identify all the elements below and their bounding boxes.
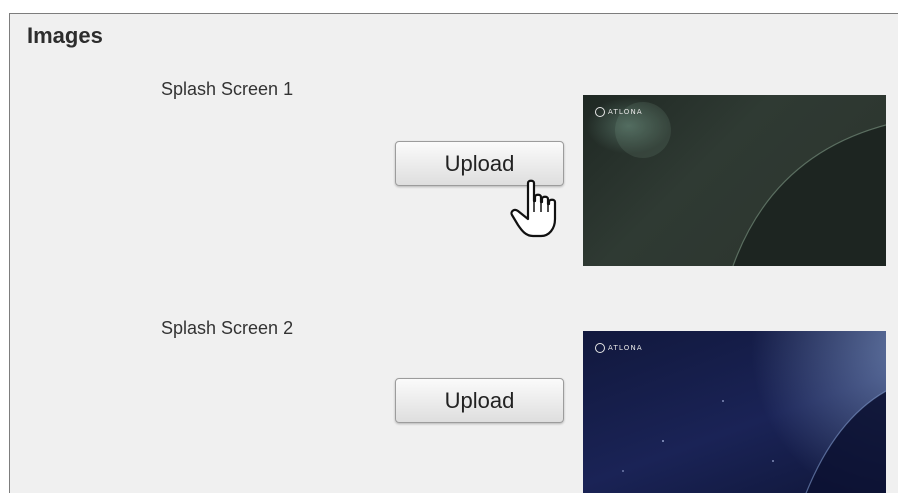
splash-screen-2-label: Splash Screen 2 (161, 318, 294, 338)
atlona-logo-icon (595, 107, 605, 117)
atlona-logo: ATLONA (595, 343, 643, 353)
images-panel: Images Splash Screen 1 Upload ATLONA Spl… (9, 13, 898, 493)
atlona-logo-icon (595, 343, 605, 353)
atlona-logo: ATLONA (595, 107, 643, 117)
splash-screen-1-label: Splash Screen 1 (161, 79, 294, 99)
splash-screen-2-preview: ATLONA (583, 331, 886, 493)
splash-screen-1-preview: ATLONA (583, 95, 886, 266)
splash-screen-2-upload-button[interactable]: Upload (395, 378, 564, 423)
hand-pointer-icon (509, 179, 561, 246)
section-title: Images (27, 23, 103, 48)
